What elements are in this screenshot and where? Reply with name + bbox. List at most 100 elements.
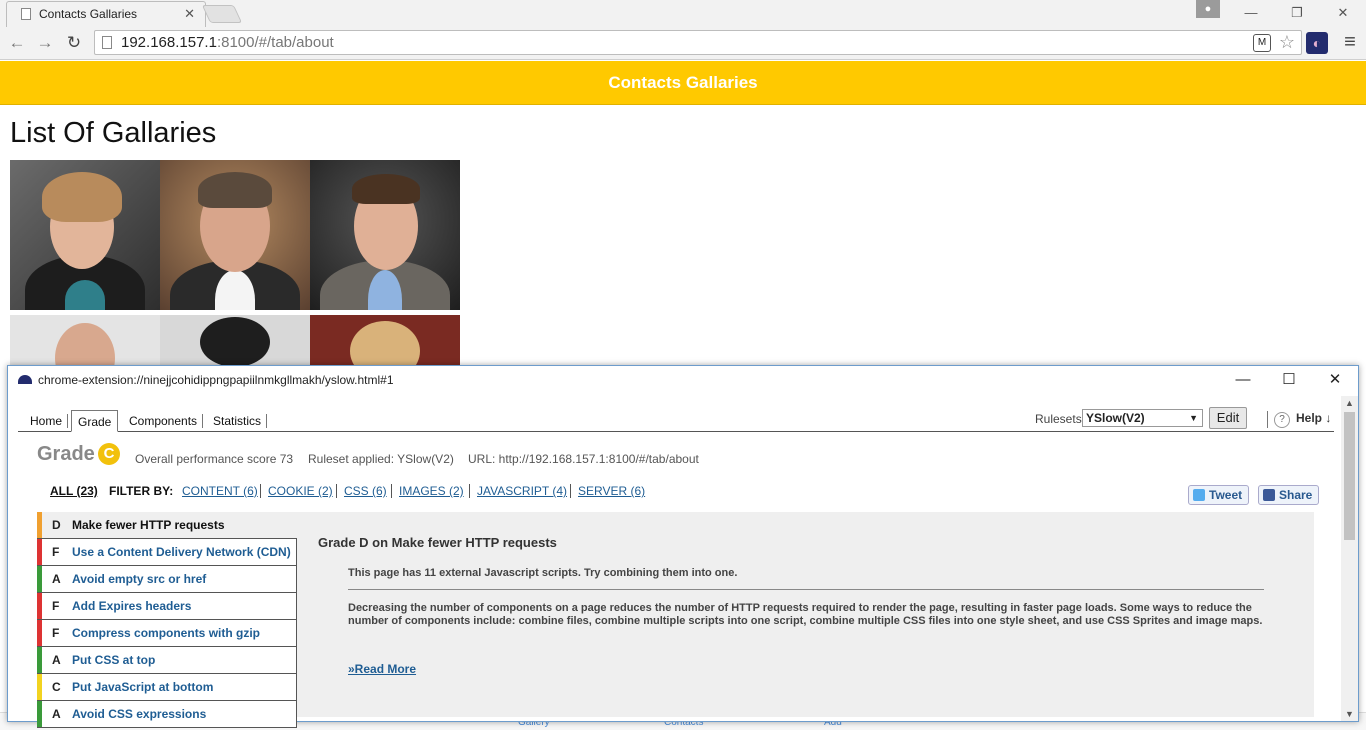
tweet-button[interactable]: Tweet — [1188, 485, 1250, 505]
page-icon — [21, 8, 31, 20]
detail-heading: Grade D on Make fewer HTTP requests — [318, 535, 557, 550]
minimize-button[interactable]: — — [1228, 0, 1274, 26]
facebook-icon — [1263, 489, 1275, 501]
contact-photo[interactable] — [160, 315, 310, 365]
contact-photo[interactable] — [310, 315, 460, 365]
grade-color-bar — [37, 539, 42, 565]
yslow-extension-icon[interactable]: ◐ — [1306, 32, 1328, 54]
popup-window-controls: — ☐ ✕ — [1220, 366, 1358, 394]
rule-name[interactable]: Compress components with gzip — [72, 620, 260, 646]
rule-row[interactable]: F Add Expires headers — [37, 593, 297, 620]
rule-grade: A — [52, 707, 61, 721]
rule-row[interactable]: A Avoid empty src or href — [37, 566, 297, 593]
rule-name[interactable]: Make fewer HTTP requests — [72, 512, 225, 538]
rule-row[interactable]: A Put CSS at top — [37, 647, 297, 674]
contact-photo[interactable] — [160, 160, 310, 310]
url-path: :8100/#/tab/about — [216, 34, 334, 51]
twitter-icon — [1193, 489, 1205, 501]
grade-color-bar — [37, 512, 42, 538]
dropdown-arrow-icon: ▼ — [1189, 413, 1198, 423]
filter-by-label: FILTER BY: — [109, 484, 174, 498]
bookmark-star-icon[interactable]: ☆ — [1279, 31, 1295, 54]
browser-tab[interactable]: Contacts Gallaries ✕ — [6, 1, 206, 27]
ruleset-applied: Ruleset applied: YSlow(V2) — [308, 452, 454, 466]
filter-content[interactable]: CONTENT (6) — [182, 484, 258, 498]
scroll-up-arrow-icon[interactable]: ▲ — [1345, 398, 1354, 408]
rule-grade: F — [52, 545, 60, 559]
rule-name[interactable]: Avoid CSS expressions — [72, 701, 206, 727]
rule-detail-panel: Grade D on Make fewer HTTP requests This… — [297, 512, 1314, 717]
grade-color-bar — [37, 620, 42, 646]
grade-color-bar — [37, 674, 42, 700]
rule-name[interactable]: Avoid empty src or href — [72, 566, 206, 592]
share-button[interactable]: Share — [1258, 485, 1320, 505]
rule-grade: A — [52, 572, 61, 586]
rule-row[interactable]: D Make fewer HTTP requests — [37, 512, 297, 539]
back-arrow-icon[interactable]: ← — [6, 32, 28, 54]
popup-title: chrome-extension://ninejjcohidippngpapii… — [38, 373, 394, 387]
restore-button[interactable]: ❐ — [1274, 0, 1320, 26]
filter-all[interactable]: ALL (23) — [50, 484, 98, 498]
rule-name[interactable]: Use a Content Delivery Network (CDN) — [72, 539, 291, 565]
filter-images[interactable]: IMAGES (2) — [399, 484, 464, 498]
grade-color-bar — [37, 647, 42, 673]
tab-statistics[interactable]: Statistics — [207, 410, 268, 432]
rule-grade: D — [52, 518, 61, 532]
rule-row[interactable]: C Put JavaScript at bottom — [37, 674, 297, 701]
analyzed-url: URL: http://192.168.157.1:8100/#/tab/abo… — [468, 452, 699, 466]
window-controls: — ❐ ✕ — [1228, 0, 1366, 26]
tab-grade[interactable]: Grade — [71, 410, 119, 432]
url-host: 192.168.157.1 — [121, 34, 217, 51]
rule-row[interactable]: F Use a Content Delivery Network (CDN) — [37, 539, 297, 566]
rulesets-label: Rulesets — [1035, 412, 1082, 426]
divider — [348, 589, 1264, 590]
read-more-link[interactable]: »Read More — [348, 662, 416, 676]
help-link[interactable]: ? Help ↓ — [1267, 411, 1331, 428]
yslow-window: chrome-extension://ninejjcohidippngpapii… — [7, 365, 1359, 728]
rule-name[interactable]: Put JavaScript at bottom — [72, 674, 213, 700]
rule-row[interactable]: A Avoid CSS expressions — [37, 701, 297, 728]
close-window-button[interactable]: ✕ — [1320, 0, 1366, 26]
grade-color-bar — [37, 701, 42, 727]
tab-components[interactable]: Components — [123, 410, 204, 432]
filter-css[interactable]: CSS (6) — [344, 484, 387, 498]
rule-name[interactable]: Add Expires headers — [72, 593, 191, 619]
grade-label: Grade — [37, 443, 95, 465]
help-icon: ? — [1274, 412, 1290, 428]
contact-photo[interactable] — [10, 315, 160, 365]
popup-titlebar: chrome-extension://ninejjcohidippngpapii… — [8, 366, 1358, 396]
tab-home[interactable]: Home — [24, 410, 69, 432]
forward-arrow-icon[interactable]: → — [34, 32, 56, 54]
grade-color-bar — [37, 566, 42, 592]
filter-server[interactable]: SERVER (6) — [578, 484, 645, 498]
rule-row[interactable]: F Compress components with gzip — [37, 620, 297, 647]
edit-button[interactable]: Edit — [1209, 407, 1247, 429]
ruleset-select[interactable]: YSlow(V2) ▼ — [1082, 409, 1203, 427]
rule-grade: C — [52, 680, 61, 694]
scrollbar-thumb[interactable] — [1344, 412, 1355, 540]
profile-icon[interactable]: ● — [1196, 0, 1220, 18]
navigation-bar: ← → ↻ 192.168.157.1:8100/#/tab/about M ☆… — [0, 30, 1366, 56]
contact-photo[interactable] — [10, 160, 160, 310]
filter-cookie[interactable]: COOKIE (2) — [268, 484, 333, 498]
grade-badge: C — [98, 443, 120, 465]
filter-javascript[interactable]: JAVASCRIPT (4) — [477, 484, 567, 498]
popup-maximize-button[interactable]: ☐ — [1266, 366, 1312, 394]
tab-title: Contacts Gallaries — [39, 7, 138, 21]
extension-icon[interactable]: M — [1253, 34, 1271, 52]
rule-grade: A — [52, 653, 61, 667]
popup-minimize-button[interactable]: — — [1220, 366, 1266, 394]
address-bar[interactable]: 192.168.157.1:8100/#/tab/about M ☆ — [94, 30, 1302, 55]
scroll-down-arrow-icon[interactable]: ▼ — [1345, 709, 1354, 719]
app-header: Contacts Gallaries — [0, 61, 1366, 105]
new-tab-button[interactable] — [201, 5, 243, 23]
rule-name[interactable]: Put CSS at top — [72, 647, 155, 673]
menu-icon[interactable]: ≡ — [1340, 30, 1360, 56]
vertical-scrollbar[interactable]: ▲ ▼ — [1341, 396, 1358, 721]
contact-photo[interactable] — [310, 160, 460, 310]
reload-icon[interactable]: ↻ — [63, 32, 85, 54]
yslow-icon — [18, 375, 32, 384]
popup-close-button[interactable]: ✕ — [1312, 366, 1358, 394]
page-icon — [102, 36, 112, 49]
tab-close-icon[interactable]: ✕ — [184, 2, 195, 26]
